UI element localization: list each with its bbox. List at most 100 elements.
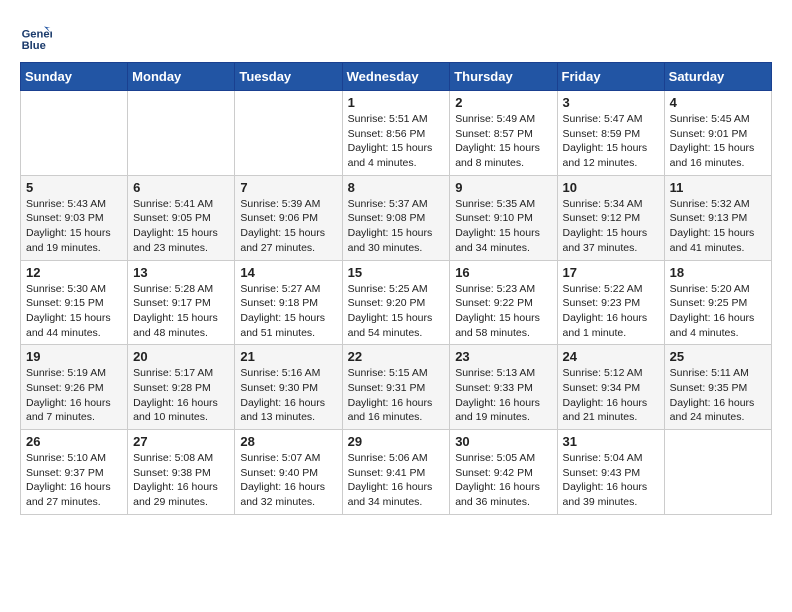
calendar-cell: 4 Sunrise: 5:45 AM Sunset: 9:01 PM Daylig… xyxy=(664,91,771,176)
day-info: Sunrise: 5:39 AM Sunset: 9:06 PM Dayligh… xyxy=(240,197,336,256)
calendar-cell: 28 Sunrise: 5:07 AM Sunset: 9:40 PM Dayli… xyxy=(235,430,342,515)
page-header: General Blue xyxy=(20,20,772,52)
calendar-cell: 9 Sunrise: 5:35 AM Sunset: 9:10 PM Daylig… xyxy=(450,175,557,260)
day-number: 30 xyxy=(455,434,551,449)
day-number: 19 xyxy=(26,349,122,364)
weekday-header: Tuesday xyxy=(235,63,342,91)
day-number: 3 xyxy=(563,95,659,110)
day-info: Sunrise: 5:08 AM Sunset: 9:38 PM Dayligh… xyxy=(133,451,229,510)
logo-icon: General Blue xyxy=(20,20,52,52)
calendar-cell: 16 Sunrise: 5:23 AM Sunset: 9:22 PM Dayli… xyxy=(450,260,557,345)
weekday-header: Friday xyxy=(557,63,664,91)
day-info: Sunrise: 5:10 AM Sunset: 9:37 PM Dayligh… xyxy=(26,451,122,510)
day-info: Sunrise: 5:37 AM Sunset: 9:08 PM Dayligh… xyxy=(348,197,445,256)
day-number: 5 xyxy=(26,180,122,195)
day-info: Sunrise: 5:32 AM Sunset: 9:13 PM Dayligh… xyxy=(670,197,766,256)
weekday-header: Sunday xyxy=(21,63,128,91)
day-number: 20 xyxy=(133,349,229,364)
day-number: 4 xyxy=(670,95,766,110)
day-info: Sunrise: 5:35 AM Sunset: 9:10 PM Dayligh… xyxy=(455,197,551,256)
day-info: Sunrise: 5:27 AM Sunset: 9:18 PM Dayligh… xyxy=(240,282,336,341)
day-info: Sunrise: 5:05 AM Sunset: 9:42 PM Dayligh… xyxy=(455,451,551,510)
calendar-cell: 1 Sunrise: 5:51 AM Sunset: 8:56 PM Daylig… xyxy=(342,91,450,176)
day-number: 25 xyxy=(670,349,766,364)
calendar-cell: 23 Sunrise: 5:13 AM Sunset: 9:33 PM Dayli… xyxy=(450,345,557,430)
calendar-table: SundayMondayTuesdayWednesdayThursdayFrid… xyxy=(20,62,772,515)
calendar-cell: 7 Sunrise: 5:39 AM Sunset: 9:06 PM Daylig… xyxy=(235,175,342,260)
day-info: Sunrise: 5:17 AM Sunset: 9:28 PM Dayligh… xyxy=(133,366,229,425)
day-info: Sunrise: 5:16 AM Sunset: 9:30 PM Dayligh… xyxy=(240,366,336,425)
calendar-cell: 22 Sunrise: 5:15 AM Sunset: 9:31 PM Dayli… xyxy=(342,345,450,430)
day-number: 29 xyxy=(348,434,445,449)
day-number: 26 xyxy=(26,434,122,449)
calendar-cell xyxy=(128,91,235,176)
calendar-cell: 14 Sunrise: 5:27 AM Sunset: 9:18 PM Dayli… xyxy=(235,260,342,345)
calendar-cell: 8 Sunrise: 5:37 AM Sunset: 9:08 PM Daylig… xyxy=(342,175,450,260)
day-number: 18 xyxy=(670,265,766,280)
day-number: 21 xyxy=(240,349,336,364)
day-info: Sunrise: 5:04 AM Sunset: 9:43 PM Dayligh… xyxy=(563,451,659,510)
day-number: 8 xyxy=(348,180,445,195)
day-number: 6 xyxy=(133,180,229,195)
calendar-cell: 15Sunrise: 5:25 AM Sunset: 9:20 PM Dayli… xyxy=(342,260,450,345)
day-number: 22 xyxy=(348,349,445,364)
day-info: Sunrise: 5:47 AM Sunset: 8:59 PM Dayligh… xyxy=(563,112,659,171)
day-number: 23 xyxy=(455,349,551,364)
calendar-cell: 27 Sunrise: 5:08 AM Sunset: 9:38 PM Dayli… xyxy=(128,430,235,515)
calendar-week-row: 26 Sunrise: 5:10 AM Sunset: 9:37 PM Dayli… xyxy=(21,430,772,515)
calendar-week-row: 12Sunrise: 5:30 AM Sunset: 9:15 PM Dayli… xyxy=(21,260,772,345)
day-info: Sunrise: 5:45 AM Sunset: 9:01 PM Dayligh… xyxy=(670,112,766,171)
day-number: 12 xyxy=(26,265,122,280)
day-info: Sunrise: 5:25 AM Sunset: 9:20 PM Dayligh… xyxy=(348,282,445,341)
day-number: 31 xyxy=(563,434,659,449)
day-number: 17 xyxy=(563,265,659,280)
day-info: Sunrise: 5:28 AM Sunset: 9:17 PM Dayligh… xyxy=(133,282,229,341)
calendar-cell: 30 Sunrise: 5:05 AM Sunset: 9:42 PM Dayli… xyxy=(450,430,557,515)
day-info: Sunrise: 5:06 AM Sunset: 9:41 PM Dayligh… xyxy=(348,451,445,510)
calendar-cell: 24 Sunrise: 5:12 AM Sunset: 9:34 PM Dayli… xyxy=(557,345,664,430)
day-number: 9 xyxy=(455,180,551,195)
logo: General Blue xyxy=(20,20,56,52)
day-number: 28 xyxy=(240,434,336,449)
calendar-week-row: 5 Sunrise: 5:43 AM Sunset: 9:03 PM Daylig… xyxy=(21,175,772,260)
day-number: 16 xyxy=(455,265,551,280)
day-info: Sunrise: 5:19 AM Sunset: 9:26 PM Dayligh… xyxy=(26,366,122,425)
day-number: 10 xyxy=(563,180,659,195)
day-info: Sunrise: 5:34 AM Sunset: 9:12 PM Dayligh… xyxy=(563,197,659,256)
day-info: Sunrise: 5:11 AM Sunset: 9:35 PM Dayligh… xyxy=(670,366,766,425)
day-number: 1 xyxy=(348,95,445,110)
day-info: Sunrise: 5:12 AM Sunset: 9:34 PM Dayligh… xyxy=(563,366,659,425)
day-number: 14 xyxy=(240,265,336,280)
calendar-cell: 29 Sunrise: 5:06 AM Sunset: 9:41 PM Dayli… xyxy=(342,430,450,515)
day-number: 24 xyxy=(563,349,659,364)
calendar-cell: 17 Sunrise: 5:22 AM Sunset: 9:23 PM Dayli… xyxy=(557,260,664,345)
calendar-cell: 26 Sunrise: 5:10 AM Sunset: 9:37 PM Dayli… xyxy=(21,430,128,515)
day-number: 27 xyxy=(133,434,229,449)
day-info: Sunrise: 5:41 AM Sunset: 9:05 PM Dayligh… xyxy=(133,197,229,256)
calendar-cell: 5 Sunrise: 5:43 AM Sunset: 9:03 PM Daylig… xyxy=(21,175,128,260)
day-info: Sunrise: 5:22 AM Sunset: 9:23 PM Dayligh… xyxy=(563,282,659,341)
calendar-cell: 10 Sunrise: 5:34 AM Sunset: 9:12 PM Dayli… xyxy=(557,175,664,260)
calendar-cell: 13 Sunrise: 5:28 AM Sunset: 9:17 PM Dayli… xyxy=(128,260,235,345)
calendar-cell: 25 Sunrise: 5:11 AM Sunset: 9:35 PM Dayli… xyxy=(664,345,771,430)
weekday-header: Saturday xyxy=(664,63,771,91)
day-info: Sunrise: 5:51 AM Sunset: 8:56 PM Dayligh… xyxy=(348,112,445,171)
calendar-cell: 2Sunrise: 5:49 AM Sunset: 8:57 PM Daylig… xyxy=(450,91,557,176)
weekday-header: Wednesday xyxy=(342,63,450,91)
day-info: Sunrise: 5:13 AM Sunset: 9:33 PM Dayligh… xyxy=(455,366,551,425)
svg-text:Blue: Blue xyxy=(22,40,46,52)
calendar-cell xyxy=(664,430,771,515)
calendar-cell: 18Sunrise: 5:20 AM Sunset: 9:25 PM Dayli… xyxy=(664,260,771,345)
calendar-cell: 19 Sunrise: 5:19 AM Sunset: 9:26 PM Dayli… xyxy=(21,345,128,430)
day-info: Sunrise: 5:15 AM Sunset: 9:31 PM Dayligh… xyxy=(348,366,445,425)
calendar-cell xyxy=(21,91,128,176)
day-number: 7 xyxy=(240,180,336,195)
svg-text:General: General xyxy=(22,29,52,41)
day-info: Sunrise: 5:07 AM Sunset: 9:40 PM Dayligh… xyxy=(240,451,336,510)
day-number: 2 xyxy=(455,95,551,110)
day-number: 13 xyxy=(133,265,229,280)
calendar-header-row: SundayMondayTuesdayWednesdayThursdayFrid… xyxy=(21,63,772,91)
day-info: Sunrise: 5:23 AM Sunset: 9:22 PM Dayligh… xyxy=(455,282,551,341)
day-info: Sunrise: 5:43 AM Sunset: 9:03 PM Dayligh… xyxy=(26,197,122,256)
calendar-cell: 12Sunrise: 5:30 AM Sunset: 9:15 PM Dayli… xyxy=(21,260,128,345)
